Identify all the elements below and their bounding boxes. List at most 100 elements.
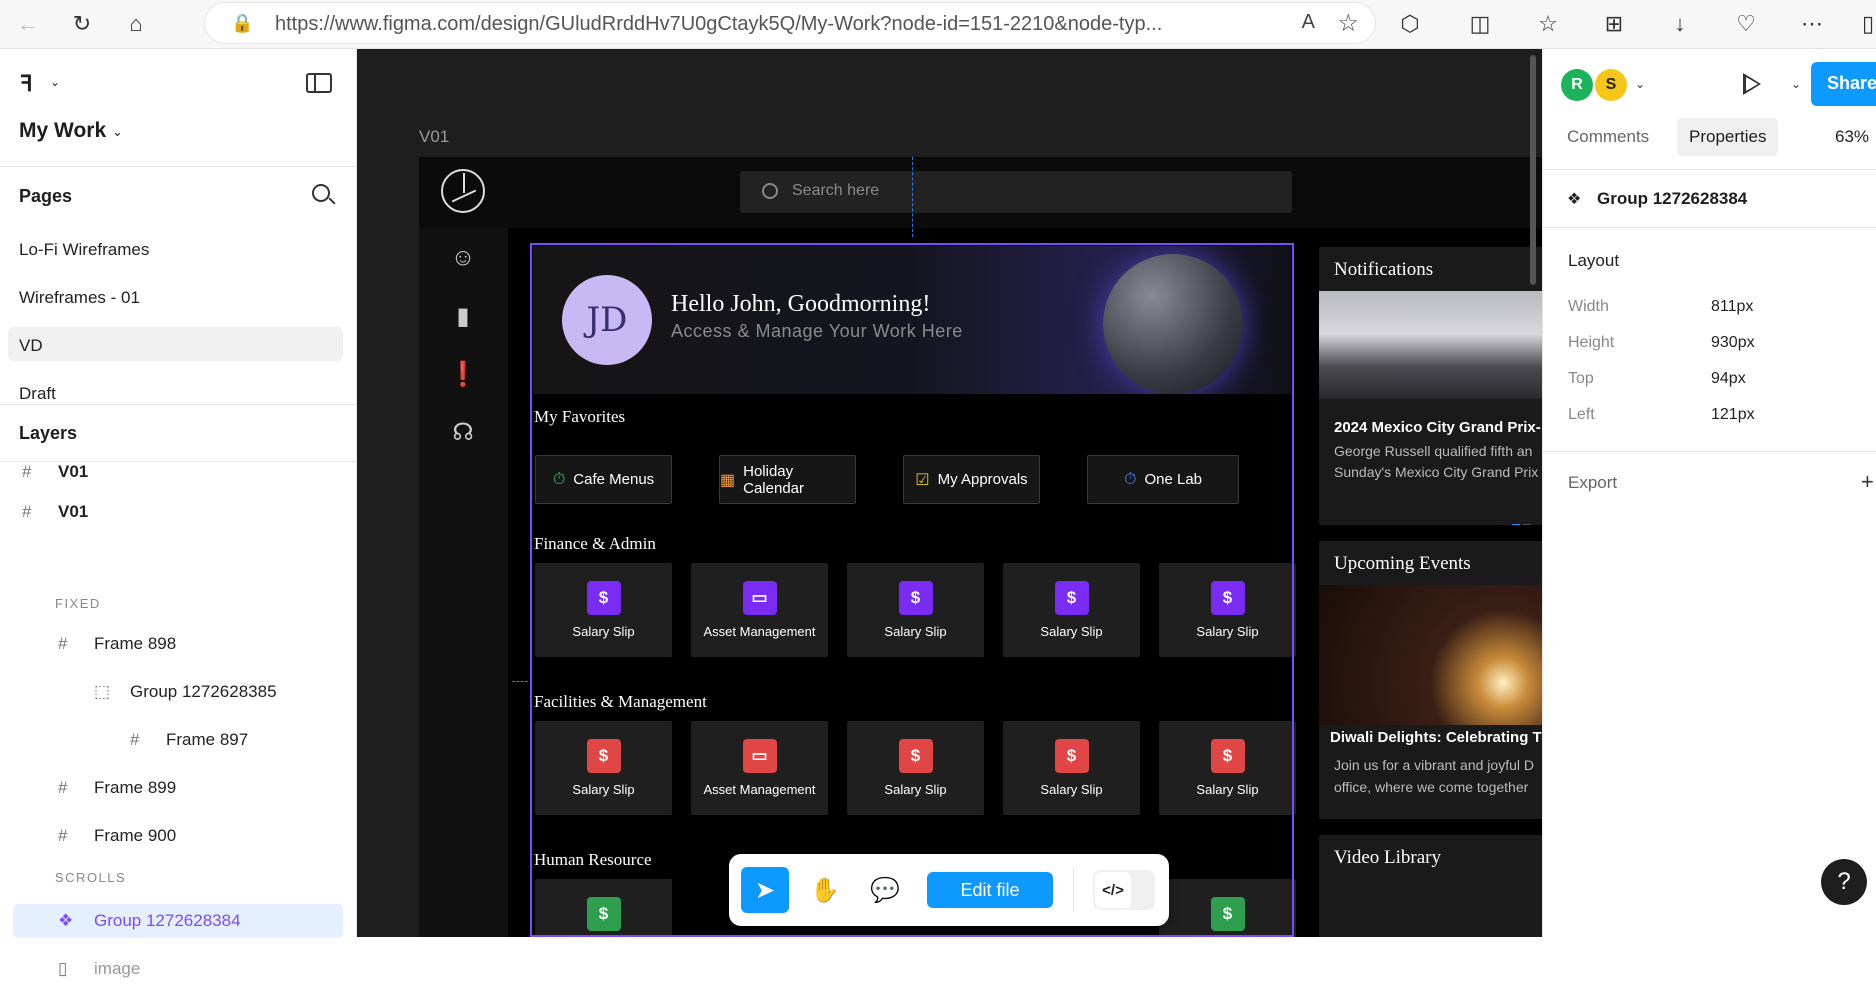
chevron-down-icon[interactable]: ⌄ — [112, 124, 123, 140]
carousel-dots[interactable] — [1512, 809, 1542, 812]
layer-item[interactable]: # Frame 898 — [58, 627, 176, 661]
layer-item[interactable]: # V01 — [22, 495, 88, 529]
guide-line — [912, 157, 913, 237]
event-body: Join us for a vibrant and joyful D — [1334, 757, 1534, 773]
divider — [1073, 868, 1074, 912]
divider — [1543, 451, 1876, 452]
avatar[interactable]: S — [1595, 69, 1627, 101]
search-icon[interactable] — [312, 184, 330, 202]
feedback-icon[interactable]: ❗ — [448, 360, 478, 388]
add-export-icon[interactable]: + — [1861, 469, 1874, 495]
divider — [1543, 227, 1876, 228]
prop-key: Height — [1568, 334, 1615, 351]
dev-mode-toggle[interactable]: </> — [1093, 870, 1155, 910]
comment-tool-icon[interactable]: 💬 — [861, 867, 909, 913]
prop-key: Width — [1568, 298, 1609, 315]
hand-tool-icon[interactable]: ✋ — [801, 867, 849, 913]
events-title: Upcoming Events — [1334, 553, 1471, 574]
guide-line — [512, 681, 528, 682]
browser-toolbar: ← ↻ ⌂ 🔒 https://www.figma.com/design/GUl… — [0, 0, 1876, 49]
page-item-selected[interactable]: VD — [8, 327, 343, 361]
split-screen-icon[interactable]: ◫ — [1464, 8, 1496, 40]
image-icon: ▯ — [58, 959, 68, 978]
brand-logo-icon — [441, 169, 485, 213]
downloads-icon[interactable]: ↓ — [1664, 8, 1696, 40]
prop-left-value[interactable]: 121px — [1711, 406, 1755, 424]
code-icon: </> — [1095, 872, 1131, 908]
read-aloud-icon[interactable]: A — [1302, 11, 1315, 34]
favorite-star-icon[interactable]: ☆ — [1337, 9, 1359, 38]
chart-icon[interactable]: ▮ — [449, 302, 477, 330]
frame-icon: # — [58, 634, 68, 653]
canvas-scrollbar[interactable] — [1530, 55, 1536, 285]
design-canvas[interactable]: V01 Search here ☺ ▮ ❗ ☊ JD Hello John, G… — [357, 49, 1542, 937]
selection-name[interactable]: Group 1272628384 — [1597, 189, 1747, 209]
selection-outline — [530, 243, 1294, 937]
pages-title: Pages — [19, 186, 73, 206]
browser-essentials-icon[interactable]: ♡ — [1730, 8, 1762, 40]
page-item[interactable]: Lo-Fi Wireframes — [8, 231, 343, 265]
zoom-level[interactable]: 63% — [1835, 127, 1869, 147]
figma-logo-icon[interactable]: ꟻ — [20, 71, 33, 97]
layout-title: Layout — [1568, 251, 1620, 270]
chevron-down-icon[interactable]: ⌄ — [1635, 77, 1645, 91]
layer-item[interactable]: # Frame 899 — [58, 771, 176, 805]
edit-file-button[interactable]: Edit file — [927, 872, 1053, 908]
carousel-dots[interactable] — [1512, 513, 1542, 525]
lock-icon: 🔒 — [231, 13, 254, 33]
layer-item[interactable]: # V01 — [22, 462, 88, 482]
favorites-icon[interactable]: ☆ — [1532, 8, 1564, 40]
help-button[interactable]: ? — [1821, 859, 1867, 905]
prop-width-value[interactable]: 811px — [1711, 298, 1753, 316]
group-icon: ⬚ — [94, 682, 111, 701]
avatar[interactable]: R — [1561, 69, 1593, 101]
layer-item-selected[interactable]: ❖ Group 1272628384 — [58, 904, 241, 938]
left-panel: ꟻ ⌄ My Work ⌄ Pages Lo-Fi Wireframes Wir… — [0, 49, 357, 978]
move-tool-icon[interactable]: ➤ — [741, 867, 789, 913]
share-button[interactable]: Share — [1811, 62, 1876, 106]
notification-headline: 2024 Mexico City Grand Prix- — [1334, 419, 1541, 436]
component-icon: ❖ — [58, 911, 74, 930]
prop-height-value[interactable]: 930px — [1711, 334, 1755, 352]
more-options-icon[interactable]: ⋯ — [1796, 8, 1828, 40]
frame-icon: # — [22, 462, 32, 481]
app-search-input[interactable]: Search here — [740, 171, 1292, 213]
chevron-down-icon[interactable]: ⌄ — [1791, 77, 1801, 91]
collections-icon[interactable]: ⊞ — [1598, 8, 1630, 40]
extensions-icon[interactable]: ⬡ — [1394, 8, 1426, 40]
sidebar-icon[interactable]: ▯ — [1852, 8, 1876, 40]
address-bar[interactable]: 🔒 https://www.figma.com/design/GUludRrdd… — [205, 3, 1375, 43]
tab-comments[interactable]: Comments — [1555, 118, 1661, 156]
layer-section-label: SCROLLS — [55, 870, 127, 885]
chevron-down-icon[interactable]: ⌄ — [50, 75, 60, 89]
back-icon[interactable]: ← — [12, 8, 44, 40]
layers-title: Layers — [19, 423, 78, 443]
notifications-card[interactable]: Notifications 2024 Mexico City Grand Pri… — [1319, 247, 1542, 525]
layer-item[interactable]: # Frame 897 — [130, 723, 248, 757]
layer-item[interactable]: ▯ image — [58, 952, 140, 986]
reload-icon[interactable]: ↻ — [66, 8, 98, 40]
url-text: https://www.figma.com/design/GUludRrddHv… — [275, 13, 1163, 35]
frame-label[interactable]: V01 — [419, 127, 449, 147]
video-library-card[interactable]: Video Library — [1319, 835, 1542, 937]
search-icon — [762, 183, 778, 199]
present-icon[interactable] — [1743, 73, 1761, 95]
bottom-toolbar: ➤ ✋ 💬 Edit file </> — [729, 854, 1169, 926]
layer-section-label: FIXED — [55, 596, 101, 611]
layer-item[interactable]: # Frame 900 — [58, 819, 176, 853]
toggle-sidebar-icon[interactable] — [306, 73, 332, 93]
divider — [0, 404, 357, 405]
page-item[interactable]: Wireframes - 01 — [8, 279, 343, 313]
tab-properties[interactable]: Properties — [1677, 118, 1779, 156]
app-topbar: Search here — [419, 157, 1542, 228]
project-name[interactable]: My Work — [19, 119, 106, 143]
smiley-icon[interactable]: ☺ — [449, 244, 477, 272]
page-item[interactable]: Draft — [8, 375, 343, 401]
video-library-title: Video Library — [1334, 847, 1442, 868]
events-card[interactable]: Upcoming Events Diwali Delights: Celebra… — [1319, 541, 1542, 819]
home-icon[interactable]: ⌂ — [120, 8, 152, 40]
prop-top-value[interactable]: 94px — [1711, 370, 1746, 388]
layer-item[interactable]: ⬚ Group 1272628385 — [94, 675, 277, 709]
headset-icon[interactable]: ☊ — [449, 418, 477, 446]
frame-icon: # — [58, 778, 68, 797]
